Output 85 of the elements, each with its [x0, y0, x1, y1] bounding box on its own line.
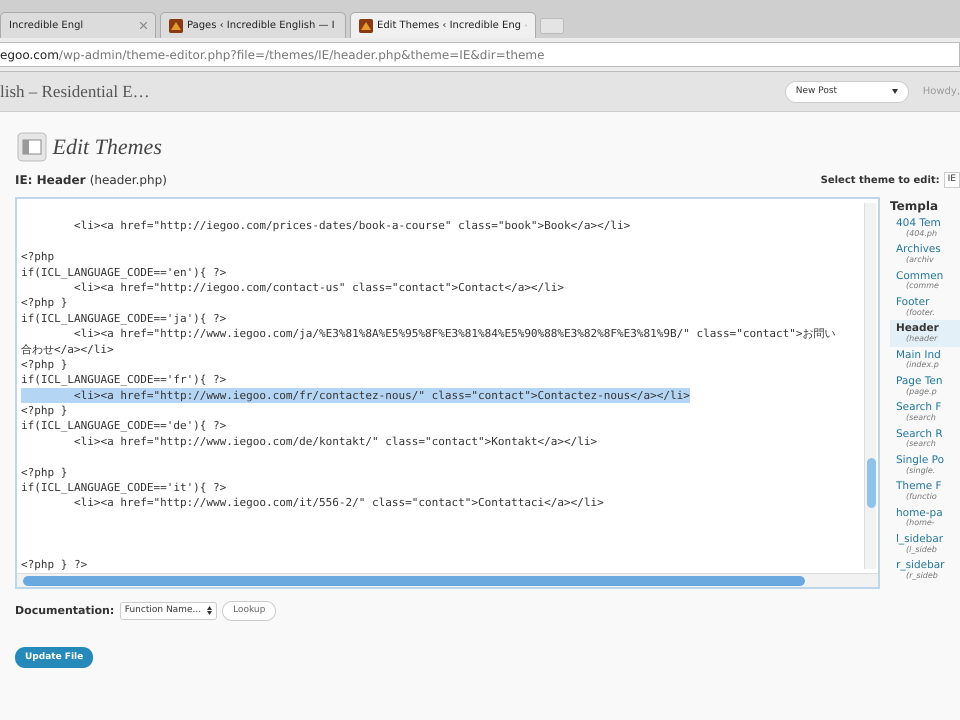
update-file-button[interactable]: Update File: [15, 646, 94, 668]
template-name: Commen: [896, 270, 944, 282]
site-title[interactable]: lish – Residential E…: [0, 78, 150, 104]
template-file: (r_sideb: [905, 572, 939, 581]
template-item[interactable]: Theme F (functio: [890, 478, 960, 505]
template-name: Archives: [896, 244, 942, 256]
template-name: Header: [896, 323, 940, 334]
template-name: Main Ind: [896, 350, 942, 361]
function-name-select[interactable]: Function Name...: [120, 602, 217, 620]
new-post-dropdown[interactable]: New Post: [784, 80, 909, 102]
appearance-icon: [17, 132, 47, 162]
template-item[interactable]: l_sidebar (l_sideb: [890, 531, 960, 558]
code-line: <li><a href="http://www.iegoo.com/de/kontakt/" class="contact">Kontakt</a></li>: [72, 434, 598, 448]
browser-tab[interactable]: Pages ‹ Incredible English — I: [160, 12, 346, 38]
template-name: Search F: [896, 402, 942, 414]
code-line: <li><a href="http://iegoo.com/prices-dates/book-a-course" class="book">Book</a></li>: [72, 219, 630, 232]
template-name: Page Ten: [896, 376, 944, 388]
code-line: if(ICL_LANGUAGE_CODE=='de'){ ?>: [21, 419, 226, 432]
code-line: <li><a href="http://www.iegoo.com/ja/%E3%81%8A%E5%95%8F%E3%81%84%E5%90%88%E3%82%8F%E3%81%9B/" class="contact">お問い: [72, 327, 836, 340]
browser-tab[interactable]: Incredible Engl: [0, 12, 156, 38]
close-icon[interactable]: [140, 22, 147, 29]
lookup-button[interactable]: Lookup: [222, 601, 276, 620]
template-item[interactable]: Footer (footer.: [890, 294, 960, 320]
code-line: 合わせ</a></li>: [21, 342, 114, 356]
template-file: (search: [905, 440, 937, 450]
theme-select[interactable]: IE: [944, 172, 960, 188]
template-item[interactable]: Single Po (single.: [890, 452, 960, 478]
code-line: <?php } ?>: [21, 558, 88, 571]
code-line: if(ICL_LANGUAGE_CODE=='ja'){ ?>: [21, 312, 226, 325]
template-name: Theme F: [896, 481, 943, 492]
template-file: (header: [905, 334, 939, 344]
favicon-icon: [359, 18, 373, 32]
template-file: (archiv: [905, 256, 935, 265]
template-name: r_sidebar: [896, 560, 946, 572]
template-item[interactable]: Header (header: [890, 320, 960, 347]
code-editor[interactable]: [15, 197, 880, 589]
template-name: Single Po: [896, 455, 945, 466]
code-line: <?php }: [21, 296, 68, 310]
template-file: (functio: [905, 492, 938, 502]
scrollbar-thumb[interactable]: [867, 458, 876, 508]
template-file: (single.: [905, 466, 936, 476]
template-file: (search: [905, 414, 937, 423]
caret-icon: [892, 89, 898, 94]
code-line: <?php: [21, 250, 54, 264]
favicon-icon: [169, 18, 183, 32]
template-name: home-pa: [896, 508, 944, 519]
browser-tab[interactable]: Edit Themes ‹ Incredible Eng: [350, 12, 536, 38]
scrollbar-thumb[interactable]: [23, 576, 805, 586]
template-name: Search R: [896, 428, 944, 440]
template-file: (page.p: [905, 388, 938, 396]
address-field[interactable]: egoo.com/wp-admin/theme-editor.php?file=/themes/IE/header.php&theme=IE&dir=theme: [0, 42, 960, 67]
documentation-label: Documentation:: [15, 602, 114, 618]
code-line: <li><a href="http://iegoo.com/contact-us" class="contact">Contact</a></li>: [72, 280, 564, 294]
page-title: Edit Themes: [52, 133, 162, 161]
code-line: <?php }: [21, 466, 68, 479]
template-file: (index.p: [905, 361, 940, 370]
select-theme-label: Select theme to edit:: [820, 174, 940, 188]
template-item[interactable]: Search R (search: [890, 426, 960, 452]
code-line: <?php }: [21, 358, 68, 371]
template-file: (home-: [906, 519, 935, 528]
template-item[interactable]: Search F (search: [890, 399, 960, 426]
template-item[interactable]: 404 Tem (404.ph: [890, 215, 960, 242]
template-file: (comme: [905, 282, 940, 292]
new-tab-button[interactable]: [540, 18, 564, 34]
greeting-text: Howdy,: [922, 85, 960, 99]
template-item[interactable]: Main Ind (index.p: [890, 346, 960, 374]
code-line: if(ICL_LANGUAGE_CODE=='it'){ ?>: [21, 481, 226, 494]
template-name: Footer: [896, 297, 930, 308]
code-line: if(ICL_LANGUAGE_CODE=='fr'){ ?>: [21, 373, 226, 386]
file-heading: IE: Header (header.php): [15, 172, 167, 189]
template-file: (l_sideb: [905, 546, 938, 554]
template-name: 404 Tem: [896, 218, 942, 230]
template-item[interactable]: Archives (archiv: [890, 241, 960, 268]
templates-heading: Templa: [890, 198, 940, 215]
template-item[interactable]: r_sidebar (r_sideb: [890, 557, 960, 584]
code-line: <?php }: [21, 404, 68, 418]
template-item[interactable]: Commen (comme: [890, 268, 960, 294]
updown-arrows-icon: [206, 606, 212, 616]
template-file: (footer.: [905, 308, 936, 318]
code-line: <li><a href="http://www.iegoo.com/it/556-2/" class="contact">Contattaci</a></li>: [72, 496, 604, 510]
code-line: if(ICL_LANGUAGE_CODE=='en'){ ?>: [21, 266, 226, 279]
template-item[interactable]: home-pa (home-: [890, 504, 960, 532]
template-name: l_sidebar: [896, 534, 944, 546]
template-file: (404.ph: [905, 230, 938, 238]
template-item[interactable]: Page Ten (page.p: [890, 373, 960, 400]
